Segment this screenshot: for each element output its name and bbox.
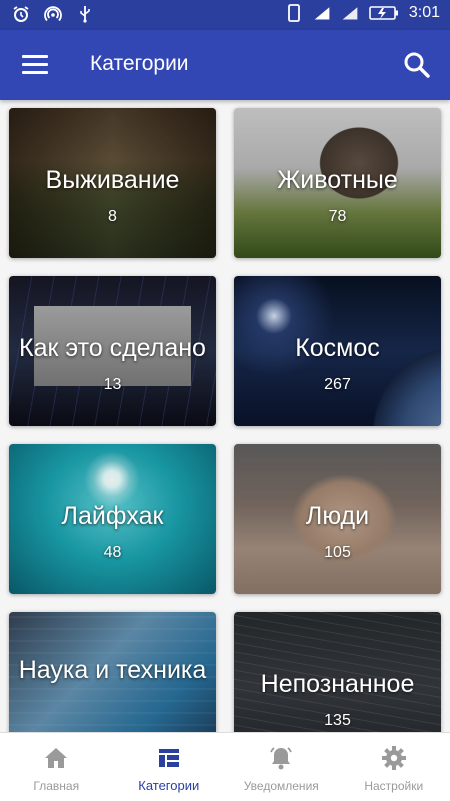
category-name: Животные [234,166,441,195]
category-count: 267 [234,376,441,394]
menu-icon[interactable] [22,55,48,75]
category-count: 105 [234,544,441,562]
category-count: 135 [234,712,441,730]
nav-notifications[interactable]: Уведомления [225,733,338,801]
category-count: 13 [9,376,216,394]
signal-icon [341,4,359,22]
category-name: Наука и техника [9,652,216,688]
category-card-animals[interactable]: Животные 78 [234,108,441,258]
category-name: Люди [234,502,441,531]
category-count: 48 [9,544,216,562]
category-card-space[interactable]: Космос 267 [234,276,441,426]
home-icon [43,745,69,771]
category-card-unknown[interactable]: Непознанное 135 [234,612,441,732]
category-card-science[interactable]: Наука и техника [9,612,216,732]
category-count: 78 [234,208,441,226]
bell-icon [268,745,294,771]
nav-home[interactable]: Главная [0,733,113,801]
nav-label: Уведомления [225,779,338,793]
nav-settings[interactable]: Настройки [338,733,450,801]
category-name: Как это сделано [9,334,216,363]
category-name: Космос [234,334,441,363]
battery-icon [369,4,399,22]
gear-icon [381,745,407,771]
usb-icon [76,5,94,23]
category-card-lifehack[interactable]: Лайфхак 48 [9,444,216,594]
hotspot-icon [44,5,62,23]
category-name: Непознанное [234,670,441,699]
signal-icon [313,4,331,22]
phone-icon [285,4,303,22]
status-bar: 3:01 [0,0,450,30]
categories-icon [156,745,182,771]
category-count: 8 [9,208,216,226]
category-card-people[interactable]: Люди 105 [234,444,441,594]
nav-label: Настройки [338,779,450,793]
page-title: Категории [90,52,189,76]
app-bar: Категории [0,30,450,100]
category-card-survival[interactable]: Выживание 8 [9,108,216,258]
nav-categories[interactable]: Категории [113,733,226,801]
search-icon[interactable] [402,50,432,80]
alarm-icon [12,5,30,23]
category-card-how-its-made[interactable]: Как это сделано 13 [9,276,216,426]
bottom-navigation: Главная Категории Уведомления Настройки [0,732,450,801]
nav-label: Категории [113,778,226,793]
nav-label: Главная [0,779,113,793]
status-time: 3:01 [409,4,440,22]
category-grid: Выживание 8 Животные 78 Как это сделано … [0,100,450,732]
category-name: Лайфхак [9,502,216,531]
category-name: Выживание [9,166,216,195]
